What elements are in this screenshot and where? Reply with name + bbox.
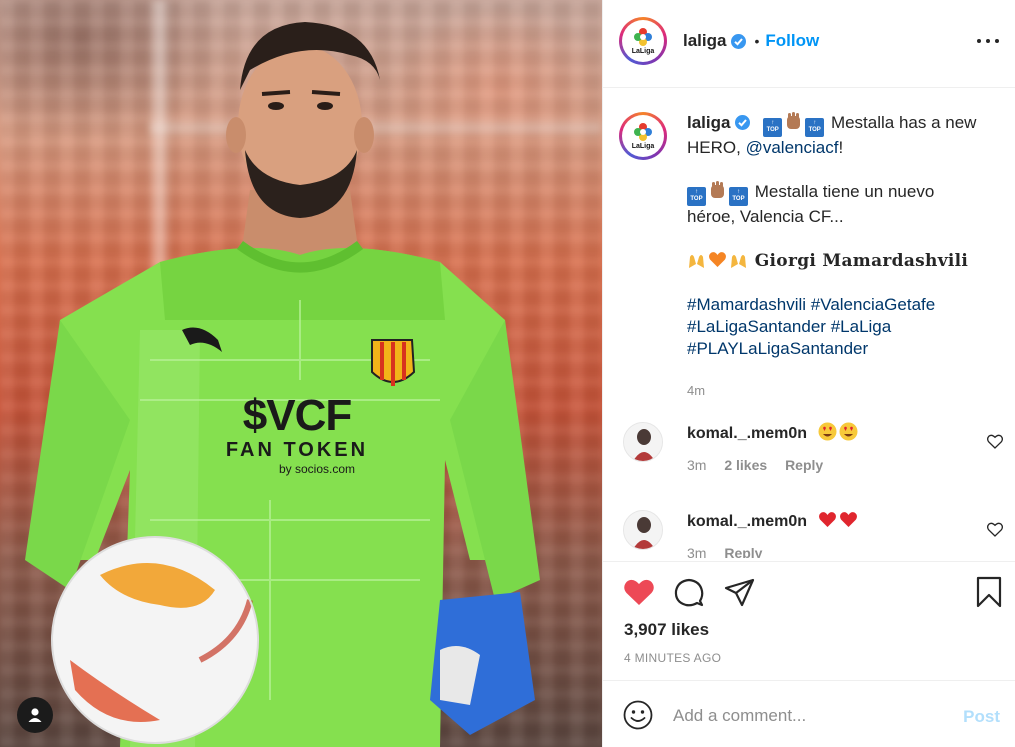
follow-button[interactable]: Follow [765,31,819,51]
jersey-sponsor-line3: by socios.com [278,462,356,476]
header-username[interactable]: laliga [683,31,726,51]
caption-line-2: HERO, @valenciacf! [687,137,997,159]
more-options-icon[interactable] [977,30,999,52]
caption-exclaim: ! [838,138,844,157]
comment-username[interactable]: komal._.mem0n [687,425,807,442]
comment-composer: Post [603,680,1015,747]
save-bookmark-icon[interactable] [975,576,1003,608]
post-timestamp: 4 MINUTES AGO [624,651,722,665]
profile-avatar[interactable]: LaLiga [619,17,667,65]
emoji-picker-icon[interactable] [623,700,653,730]
caption-text: laliga ↑ TOP ↑ TOP Mestalla has a new HERO,… [687,112,997,402]
comment-bubble-icon[interactable] [673,577,705,609]
top-arrow-emoji-icon: ↑ TOP [729,187,748,206]
comment-meta: 3m 2 likes Reply [687,457,860,473]
caption-age: 4m [687,383,706,398]
comment-line: komal._.mem0n [687,422,860,443]
post-caption: LaLiga laliga ↑ TOP ↑ TOP Mestalla has a ne… [619,112,997,402]
post-header: LaLiga laliga • Follow [619,17,819,65]
laliga-flower-icon [634,123,652,141]
hashtag-link[interactable]: #LaLigaSantander [687,317,826,336]
like-comment-heart-icon[interactable] [987,522,1003,537]
hashtag-link[interactable]: #Mamardashvili [687,295,806,314]
top-arrow-emoji-icon: ↑ TOP [763,118,783,137]
hashtag-link[interactable]: #PLAYLaLigaSantander [687,339,868,358]
hashtag-link[interactable]: #ValenciaGetafe [811,295,935,314]
caption-line-1: laliga ↑ TOP ↑ TOP Mestalla has a new [687,112,997,137]
logo-text: LaLiga [631,143,655,150]
divider [603,561,1015,562]
post-photo[interactable]: $VCF FAN TOKEN by socios.com [0,0,602,747]
comment-meta: 3m Reply [687,545,860,558]
red-heart-icon [818,510,837,529]
verified-badge-icon [735,115,751,130]
red-heart-icon [839,510,858,529]
caption-text-2: Mestalla tiene un nuevo [754,182,935,201]
person-icon [28,708,42,722]
verified-badge-icon [731,33,747,49]
laliga-logo: LaLiga [625,118,661,154]
top-arrow-emoji-icon: ↑ TOP [687,187,706,206]
caption-avatar[interactable]: LaLiga [619,112,667,160]
comment-age: 3m [687,545,707,558]
hashtag-link[interactable]: #LaLiga [831,317,892,336]
jersey-sponsor: $VCF FAN TOKEN by socios.com [212,393,382,477]
reply-button[interactable]: Reply [724,545,762,558]
tagged-users-button[interactable] [17,697,53,733]
add-comment-input[interactable] [673,701,943,731]
comment-likes[interactable]: 2 likes [724,457,767,473]
share-send-icon[interactable] [723,577,755,609]
raised-hand-emoji-icon [784,112,803,131]
reply-button[interactable]: Reply [785,457,823,473]
action-bar [619,574,1004,612]
commenter-avatar[interactable] [623,422,663,462]
comment-list-clip: komal._.mem0n 3m Reply [603,500,1015,558]
comment-item: komal._.mem0n 3m 2 likes Reply [623,422,1003,473]
comment-age: 3m [687,457,707,473]
likes-count[interactable]: 3,907 likes [624,620,709,640]
caption-spanish: ↑ TOP ↑ TOP Mestalla tiene un nuevo héroe, … [687,181,997,228]
like-comment-heart-icon[interactable] [987,434,1003,449]
top-arrow-emoji-icon: ↑ TOP [805,118,825,137]
caption-username[interactable]: laliga [687,113,730,132]
caption-text-2b: héroe, Valencia CF... [687,207,844,226]
jersey-sponsor-brand: $VCF [242,391,352,440]
comment-line: komal._.mem0n [687,510,860,531]
caption-player-line: Giorgi Mamardashvili [687,250,997,272]
raised-hands-emoji-icon [687,250,706,269]
raised-hands-emoji-icon [729,250,748,269]
hashtags: #Mamardashvili #ValenciaGetafe #LaLigaSa… [687,294,997,360]
jersey-sponsor-line2: FAN TOKEN [225,439,369,461]
comment-username[interactable]: komal._.mem0n [687,513,807,530]
raised-hand-emoji-icon [708,181,727,200]
heart-eyes-emoji-icon [839,422,858,441]
like-heart-icon[interactable] [623,577,655,607]
separator-dot: • [754,33,760,49]
player-name: Giorgi Mamardashvili [754,251,969,271]
laliga-flower-icon [634,28,652,46]
orange-heart-icon [708,250,727,269]
laliga-logo: LaLiga [625,23,661,59]
caption-text-1: Mestalla has a new [830,113,977,132]
divider [603,87,1015,88]
goalkeeper-figure [25,22,540,747]
post-comment-button[interactable]: Post [963,707,1000,727]
commenter-avatar[interactable] [623,510,663,550]
post-sidebar: LaLiga laliga • Follow LaLiga laliga ↑ T… [602,0,1015,747]
heart-eyes-emoji-icon [818,422,837,441]
logo-text: LaLiga [631,48,655,55]
caption-text-1b: HERO, [687,138,741,157]
comment-item: komal._.mem0n 3m Reply [623,510,1003,558]
mention-link[interactable]: @valenciacf [746,138,839,157]
